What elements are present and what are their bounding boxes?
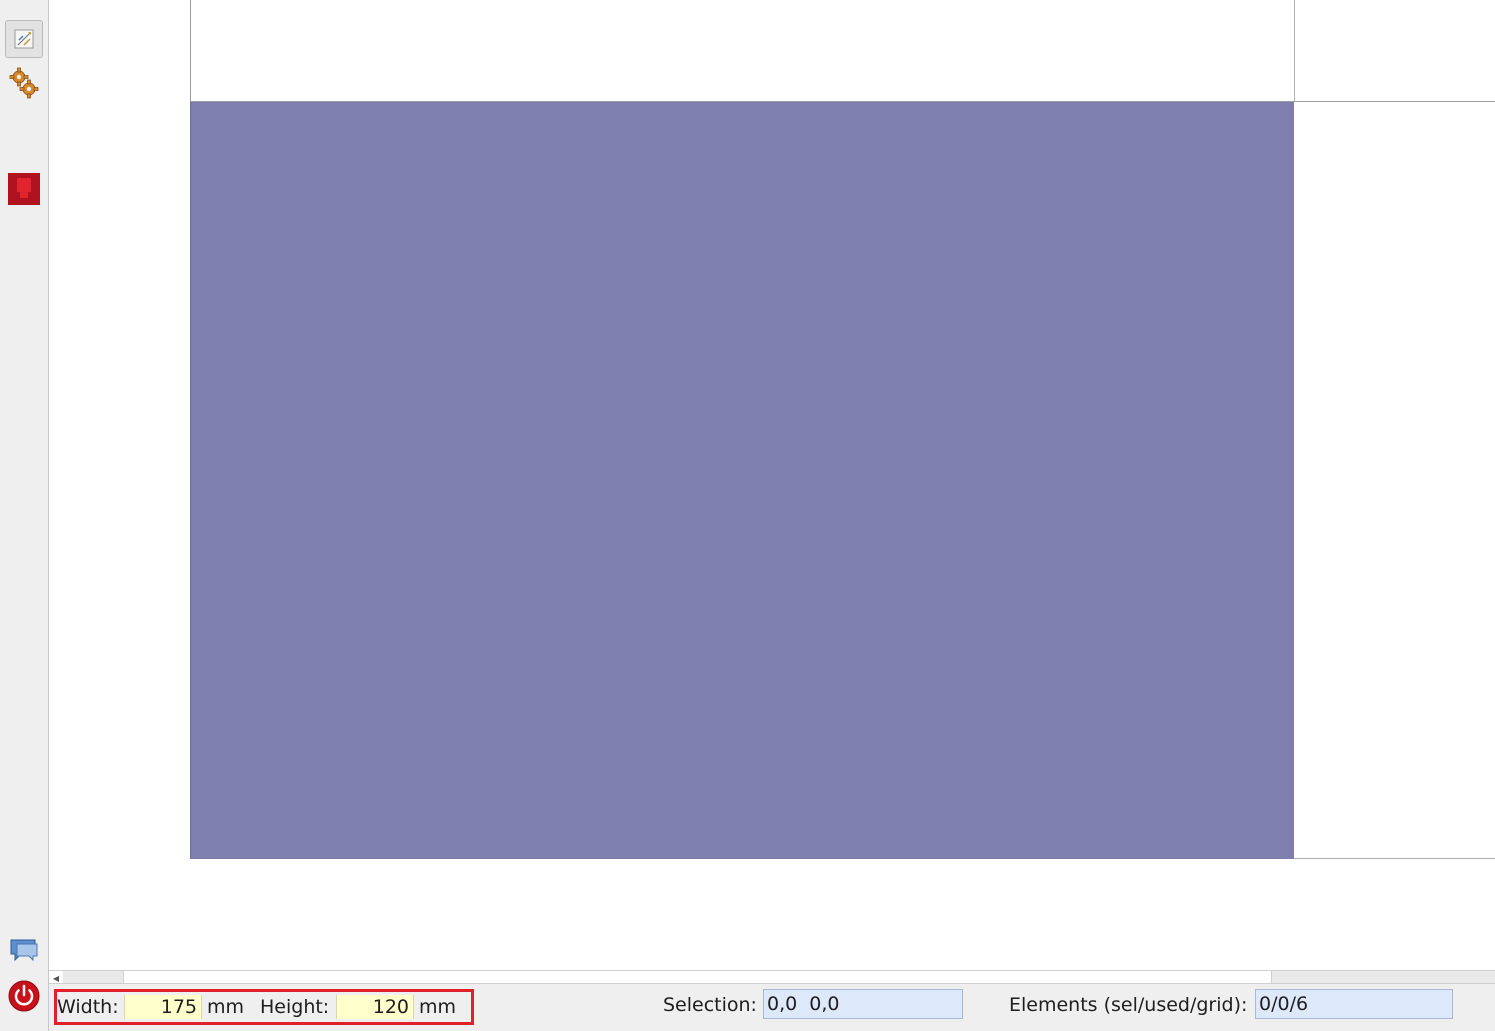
settings-button[interactable] [5, 64, 43, 102]
height-label: Height: [260, 996, 330, 1018]
page-border-bottom [1294, 858, 1495, 859]
app-window: ◀ Width: 175 mm Height: 120 mm Selection… [0, 0, 1495, 1031]
edit-pen-icon [14, 29, 34, 49]
red-block-icon [8, 173, 40, 205]
elements-label: Elements (sel/used/grid): [1009, 994, 1248, 1016]
exit-button[interactable] [5, 977, 43, 1015]
width-label: Width: [57, 996, 119, 1018]
selection-field: 0,0 0,0 [763, 989, 963, 1019]
left-toolbar [0, 0, 49, 1031]
display-area[interactable] [190, 102, 1294, 859]
chat-icon [10, 939, 38, 962]
power-icon [8, 980, 40, 1012]
width-unit: mm [207, 996, 245, 1018]
selection-label: Selection: [663, 994, 757, 1016]
display-size-group: Width: 175 mm Height: 120 mm [54, 989, 474, 1025]
design-canvas[interactable] [49, 0, 1495, 970]
display-color-button[interactable] [5, 170, 43, 208]
horizontal-scrollbar[interactable]: ◀ [49, 970, 1495, 984]
scrollbar-track-right[interactable] [1271, 971, 1495, 983]
messages-button[interactable] [5, 932, 43, 970]
scrollbar-track-left[interactable] [63, 971, 124, 983]
page-border-right [1294, 0, 1295, 102]
edit-mode-button[interactable] [5, 20, 43, 58]
height-input[interactable]: 120 [336, 995, 414, 1019]
scroll-left-arrow-icon[interactable]: ◀ [51, 973, 61, 983]
gears-icon [9, 67, 39, 99]
elements-field: 0/0/6 [1255, 989, 1453, 1019]
height-unit: mm [419, 996, 457, 1018]
status-bar: Width: 175 mm Height: 120 mm Selection: … [49, 984, 1495, 1031]
width-input[interactable]: 175 [124, 995, 202, 1019]
